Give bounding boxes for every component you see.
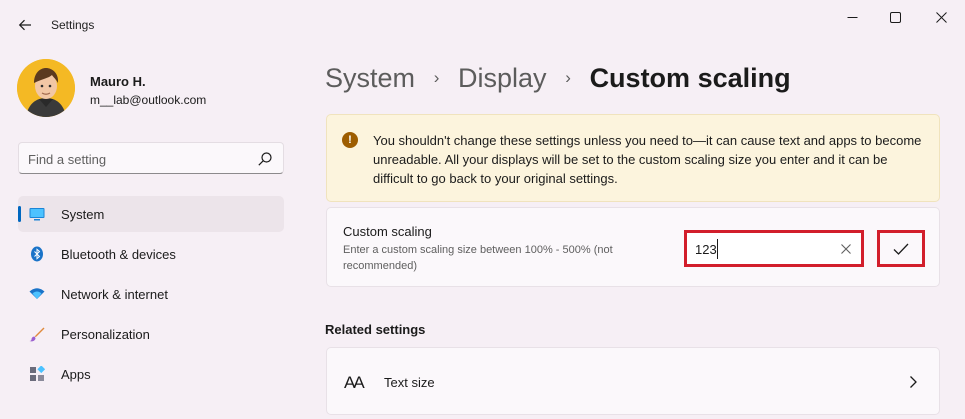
chevron-right-icon <box>910 376 917 388</box>
maximize-icon <box>889 11 901 23</box>
sidebar-item-label: Bluetooth & devices <box>61 247 176 262</box>
back-arrow-icon <box>18 19 31 31</box>
monitor-icon <box>29 208 45 221</box>
clear-button[interactable] <box>838 241 853 256</box>
sidebar-item-label: System <box>61 207 105 222</box>
avatar <box>17 59 75 117</box>
warning-banner: ! You shouldn't change these settings un… <box>326 114 940 202</box>
custom-scaling-description: Enter a custom scaling size between 100%… <box>343 244 613 272</box>
user-profile[interactable]: Mauro H. m__lab@outlook.com <box>17 59 287 119</box>
breadcrumb-separator: › <box>433 68 440 87</box>
text-caret <box>717 239 718 259</box>
breadcrumb: System › Display › Custom scaling <box>325 58 791 98</box>
clear-icon <box>840 243 851 254</box>
app-title: Settings <box>51 18 95 32</box>
sidebar-item-network[interactable]: Network & internet <box>18 276 284 312</box>
warning-text: You shouldn't change these settings unle… <box>373 133 922 186</box>
user-email: m__lab@outlook.com <box>90 93 207 107</box>
settings-window: Settings Mauro H. m__lab@outlook.com Fin… <box>0 0 965 419</box>
sidebar-nav: System Bluetooth & devices Network & int… <box>18 196 284 396</box>
avatar-image <box>17 59 75 117</box>
custom-scaling-field[interactable] <box>684 230 864 267</box>
bluetooth-icon <box>31 246 43 262</box>
title-bar: Settings <box>0 0 965 48</box>
text-size-link[interactable]: AA Text size <box>326 347 940 415</box>
sidebar-item-label: Apps <box>61 367 91 382</box>
apply-button[interactable] <box>877 230 925 267</box>
breadcrumb-separator: › <box>565 68 571 87</box>
back-button[interactable] <box>12 12 38 38</box>
breadcrumb-display[interactable]: Display <box>458 63 547 94</box>
wifi-icon <box>29 288 45 299</box>
sidebar-item-label: Network & internet <box>61 287 168 302</box>
close-button[interactable] <box>918 4 964 30</box>
sidebar-item-bluetooth[interactable]: Bluetooth & devices <box>18 236 284 272</box>
sidebar-item-apps[interactable]: Apps <box>18 356 284 392</box>
page-title: Custom scaling <box>589 62 791 93</box>
close-icon <box>935 11 947 23</box>
minimize-icon <box>847 16 857 18</box>
search-icon[interactable] <box>257 151 273 167</box>
checkmark-icon <box>893 243 909 255</box>
maximize-button[interactable] <box>872 4 918 30</box>
sidebar-item-personalization[interactable]: Personalization <box>18 316 284 352</box>
user-name: Mauro H. <box>90 74 146 89</box>
search-input[interactable] <box>28 150 248 168</box>
custom-scaling-title: Custom scaling <box>343 224 432 239</box>
text-size-icon: AA <box>344 373 365 392</box>
text-size-label: Text size <box>384 375 435 390</box>
related-settings-heading: Related settings <box>325 322 426 337</box>
warning-icon: ! <box>342 132 358 148</box>
sidebar-item-label: Personalization <box>61 327 150 342</box>
apps-icon <box>30 366 45 381</box>
custom-scaling-input[interactable] <box>695 238 825 260</box>
search-box[interactable] <box>18 142 284 174</box>
sidebar-item-system[interactable]: System <box>18 196 284 232</box>
breadcrumb-system[interactable]: System <box>325 63 415 94</box>
minimize-button[interactable] <box>829 4 875 30</box>
brush-icon <box>29 327 45 342</box>
custom-scaling-card: Custom scaling Enter a custom scaling si… <box>326 207 940 287</box>
